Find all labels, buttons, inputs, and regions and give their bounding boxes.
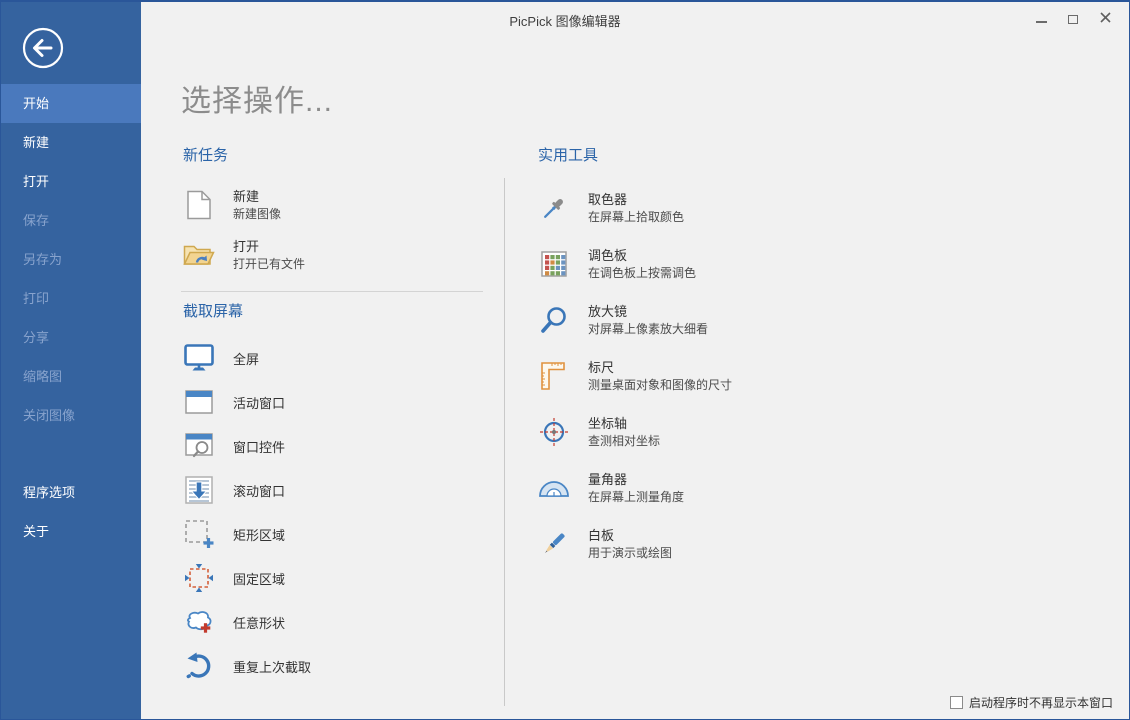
tool-subtitle: 对屏幕上像素放大细看 [588, 322, 708, 337]
open-file-icon [181, 242, 217, 268]
window-control-icon [181, 433, 217, 459]
sidebar-item-print: 打印 [1, 279, 141, 318]
tool-title: 量角器 [588, 472, 684, 488]
section-separator [181, 291, 483, 292]
close-button[interactable] [1089, 7, 1121, 31]
capture-item-label: 窗口控件 [233, 437, 285, 456]
sidebar-item-start[interactable]: 开始 [1, 84, 141, 123]
whiteboard-icon [536, 529, 572, 559]
fixed-region-icon [181, 563, 217, 593]
section-title-capture: 截取屏幕 [183, 302, 486, 322]
sidebar-item-thumbnail: 缩略图 [1, 357, 141, 396]
capture-item-label: 滚动窗口 [233, 481, 285, 500]
sidebar-item-close-image: 关闭图像 [1, 396, 141, 435]
right-column: 实用工具 取色器 在屏幕上拾取颜色 [536, 146, 916, 572]
capture-item-rectangle-region[interactable]: 矩形区域 [181, 512, 486, 556]
scrolling-window-icon [181, 476, 217, 504]
titlebar [141, 2, 1129, 36]
rectangle-region-icon [181, 519, 217, 549]
maximize-button[interactable] [1057, 7, 1089, 31]
item-title: 新建 [233, 189, 281, 205]
capture-item-fixed-region[interactable]: 固定区域 [181, 556, 486, 600]
window-controls [1025, 7, 1121, 31]
picpick-window: 开始 新建 打开 保存 另存为 打印 分享 缩略图 关闭图像 程序选项 关于 P… [0, 0, 1130, 720]
sidebar-item-open[interactable]: 打开 [1, 162, 141, 201]
tool-item-whiteboard[interactable]: 白板 用于演示或绘图 [536, 516, 916, 572]
tool-title: 取色器 [588, 192, 684, 208]
sidebar-item-new[interactable]: 新建 [1, 123, 141, 162]
dont-show-label[interactable]: 启动程序时不再显示本窗口 [969, 694, 1113, 711]
tool-subtitle: 测量桌面对象和图像的尺寸 [588, 378, 732, 393]
tool-item-color-palette[interactable]: 调色板 在调色板上按需调色 [536, 236, 916, 292]
column-divider [504, 178, 505, 706]
left-column: 新任务 新建 新建图像 [181, 146, 486, 688]
capture-item-label: 全屏 [233, 349, 259, 368]
color-palette-icon [536, 251, 572, 277]
section-title-tools: 实用工具 [538, 146, 916, 166]
back-arrow-icon [21, 57, 65, 74]
tool-item-crosshair[interactable]: 坐标轴 查测相对坐标 [536, 404, 916, 460]
tool-subtitle: 查测相对坐标 [588, 434, 660, 449]
startup-option[interactable]: 启动程序时不再显示本窗口 [950, 694, 1113, 711]
tool-subtitle: 在调色板上按需调色 [588, 266, 696, 281]
tool-item-color-picker[interactable]: 取色器 在屏幕上拾取颜色 [536, 180, 916, 236]
protractor-icon [536, 479, 572, 498]
tool-title: 调色板 [588, 248, 696, 264]
back-button[interactable] [21, 26, 65, 70]
sidebar: 开始 新建 打开 保存 另存为 打印 分享 缩略图 关闭图像 程序选项 关于 [1, 2, 141, 719]
sidebar-item-save: 保存 [1, 201, 141, 240]
item-subtitle: 新建图像 [233, 207, 281, 222]
active-window-icon [181, 390, 217, 414]
dont-show-checkbox[interactable] [950, 696, 963, 709]
capture-item-label: 固定区域 [233, 569, 285, 588]
capture-item-window-control[interactable]: 窗口控件 [181, 424, 486, 468]
color-picker-icon [536, 193, 572, 223]
sidebar-item-options[interactable]: 程序选项 [1, 473, 141, 512]
tool-item-ruler[interactable]: 标尺 测量桌面对象和图像的尺寸 [536, 348, 916, 404]
tool-subtitle: 在屏幕上测量角度 [588, 490, 684, 505]
sidebar-bottom-nav: 程序选项 关于 [1, 473, 141, 551]
tool-subtitle: 用于演示或绘图 [588, 546, 672, 561]
crosshair-icon [536, 417, 572, 447]
magnifier-icon [536, 306, 572, 334]
capture-item-freehand[interactable]: 任意形状 [181, 600, 486, 644]
tool-title: 坐标轴 [588, 416, 660, 432]
minimize-icon [1036, 21, 1047, 23]
close-icon [1100, 10, 1111, 28]
tool-title: 白板 [588, 528, 672, 544]
new-task-item-new[interactable]: 新建 新建图像 [181, 180, 486, 230]
capture-item-label: 活动窗口 [233, 393, 285, 412]
capture-item-active-window[interactable]: 活动窗口 [181, 380, 486, 424]
tool-item-protractor[interactable]: 量角器 在屏幕上测量角度 [536, 460, 916, 516]
capture-item-label: 矩形区域 [233, 525, 285, 544]
tool-subtitle: 在屏幕上拾取颜色 [588, 210, 684, 225]
item-subtitle: 打开已有文件 [233, 257, 305, 272]
new-image-icon [181, 190, 217, 220]
sidebar-nav: 开始 新建 打开 保存 另存为 打印 分享 缩略图 关闭图像 [1, 84, 141, 435]
tool-title: 放大镜 [588, 304, 708, 320]
capture-item-repeat-last[interactable]: 重复上次截取 [181, 644, 486, 688]
item-title: 打开 [233, 239, 305, 255]
maximize-icon [1068, 15, 1078, 24]
freehand-icon [181, 609, 217, 636]
fullscreen-icon [181, 344, 217, 372]
capture-item-label: 任意形状 [233, 613, 285, 632]
tool-title: 标尺 [588, 360, 732, 376]
capture-item-fullscreen[interactable]: 全屏 [181, 336, 486, 380]
section-title-new-task: 新任务 [183, 146, 486, 166]
sidebar-item-save-as: 另存为 [1, 240, 141, 279]
new-task-item-open[interactable]: 打开 打开已有文件 [181, 230, 486, 280]
repeat-capture-icon [181, 652, 217, 680]
sidebar-item-about[interactable]: 关于 [1, 512, 141, 551]
page-title: 选择操作... [181, 76, 333, 120]
ruler-icon [536, 361, 572, 391]
capture-item-scrolling-window[interactable]: 滚动窗口 [181, 468, 486, 512]
minimize-button[interactable] [1025, 7, 1057, 31]
capture-item-label: 重复上次截取 [233, 657, 311, 676]
tool-item-magnifier[interactable]: 放大镜 对屏幕上像素放大细看 [536, 292, 916, 348]
sidebar-item-share: 分享 [1, 318, 141, 357]
